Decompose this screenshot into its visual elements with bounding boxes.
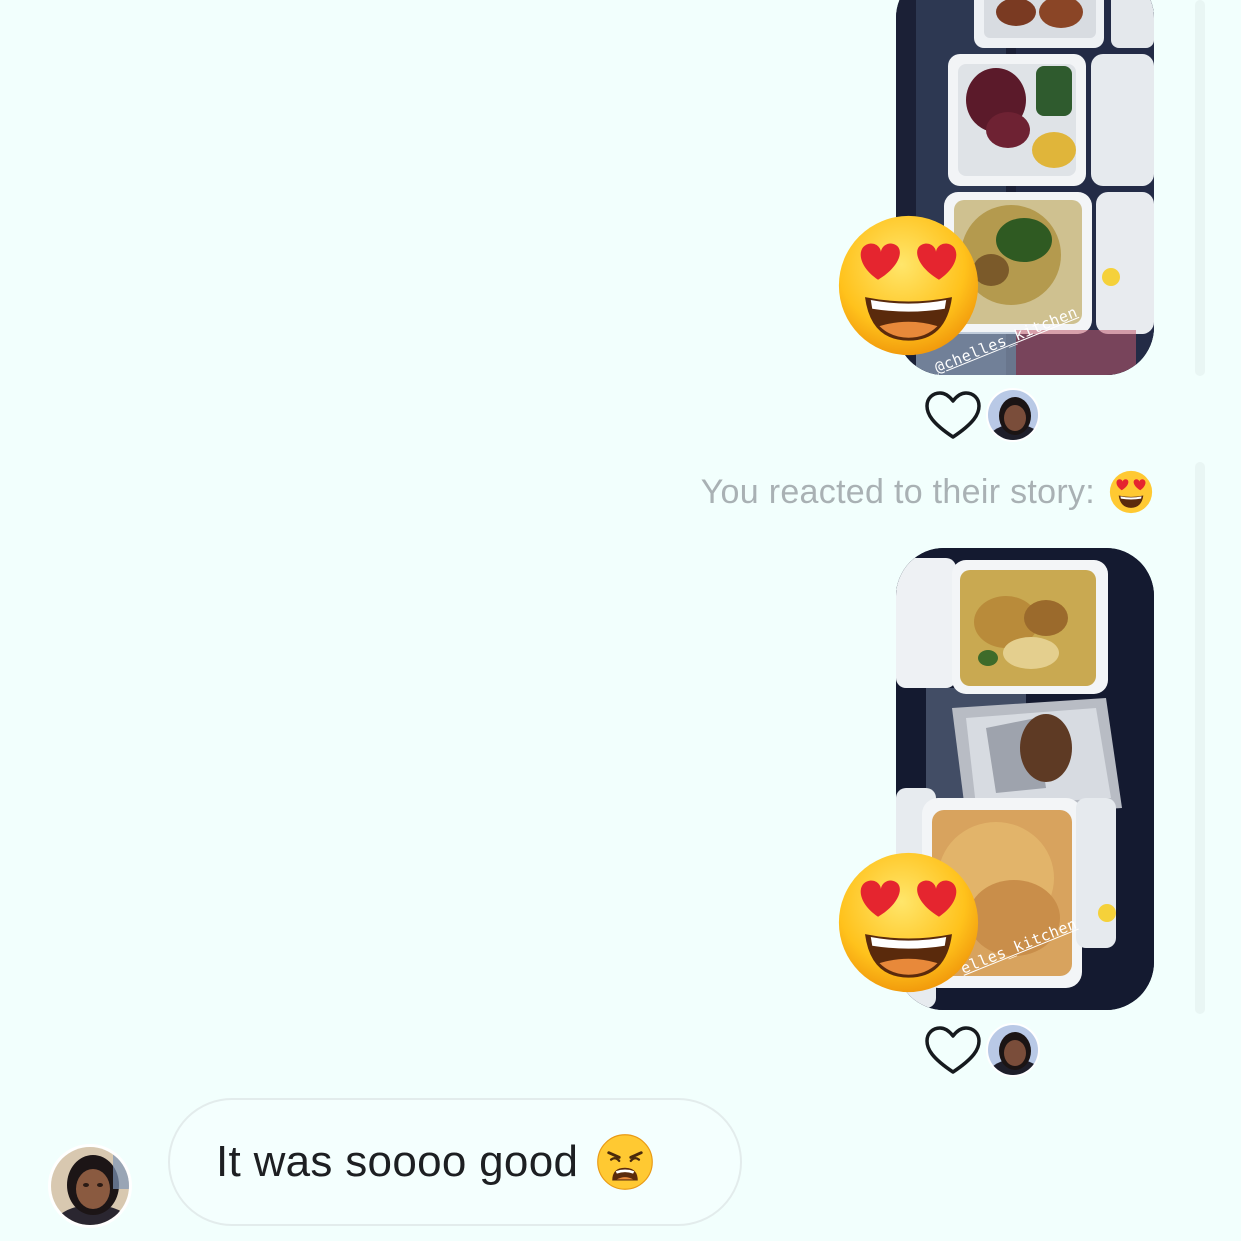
small-emoji-sticker [1098, 904, 1116, 922]
sender-avatar[interactable] [48, 1144, 132, 1228]
heart-eyes-reaction-icon [838, 215, 979, 356]
weary-face-icon [597, 1134, 654, 1190]
heart-eyes-icon [1109, 470, 1153, 514]
heart-outline-icon[interactable] [922, 390, 984, 442]
story-reaction-note: You reacted to their story: [701, 468, 1153, 516]
heart-eyes-reaction-icon [838, 852, 979, 993]
story-2-reactions [922, 1023, 1042, 1079]
message-bubble[interactable]: It was soooo good [168, 1098, 742, 1226]
dm-thread: @chelles_kitchen You reacted to their st… [0, 0, 1241, 1241]
story-1-reactions [922, 388, 1042, 444]
message-text: It was soooo good [216, 1137, 579, 1186]
scrollbar-track-top[interactable] [1195, 0, 1205, 376]
reactor-avatar[interactable] [986, 1023, 1040, 1077]
scrollbar-track-bottom[interactable] [1195, 462, 1205, 1014]
reactor-avatar[interactable] [986, 388, 1040, 442]
story-reaction-text: You reacted to their story: [700, 472, 1095, 511]
small-emoji-sticker [1102, 268, 1120, 286]
heart-outline-icon[interactable] [922, 1025, 984, 1077]
incoming-message-row: It was soooo good [48, 1098, 768, 1228]
